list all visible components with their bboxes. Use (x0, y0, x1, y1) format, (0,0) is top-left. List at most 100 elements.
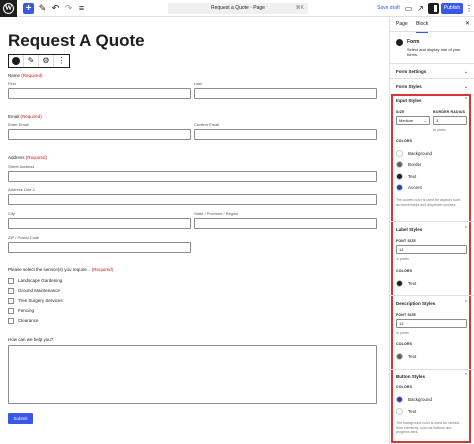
confirm-email-input[interactable] (194, 129, 377, 140)
city-input[interactable] (8, 218, 191, 229)
divider (390, 295, 474, 296)
service-option-label: Tree Surgery Services (18, 298, 63, 303)
color-swatch (396, 408, 403, 415)
divider (390, 221, 474, 222)
help-textarea[interactable] (8, 345, 377, 404)
redo-icon[interactable]: ↷ (63, 3, 74, 14)
undo-icon[interactable]: ↶ (50, 3, 61, 14)
description-styles-title[interactable]: Description Styles (396, 301, 435, 306)
color-swatch (396, 150, 403, 157)
colors-label: COLORS (396, 385, 413, 389)
enter-email-sublabel: Enter Email (8, 122, 29, 127)
service-option-label: Clearance (18, 318, 39, 323)
border-radius-input[interactable]: 3 (433, 116, 467, 125)
chevron-up-icon[interactable]: ⌃ (464, 97, 468, 103)
font-unit-help: In pixels (396, 257, 409, 261)
close-icon[interactable]: ✕ (465, 17, 470, 32)
font-size-label: FONT SIZE (396, 313, 417, 317)
city-sublabel: City (8, 211, 15, 216)
radius-unit-help: In pixels (433, 128, 446, 132)
colors-label: COLORS (396, 139, 413, 143)
color-swatch (396, 353, 403, 360)
gear-icon: ⚙ (42, 56, 50, 65)
label-font-size-input[interactable]: 14 (396, 245, 467, 254)
color-swatch (396, 184, 403, 191)
tab-page[interactable]: Page (396, 17, 408, 32)
state-input[interactable] (194, 218, 377, 229)
address-line2-sublabel: Address Line 2 (8, 187, 35, 192)
input-styles-title[interactable]: Input Styles (396, 98, 422, 103)
more-vertical-icon: ⋮ (57, 56, 66, 65)
chevron-up-icon[interactable]: ⌃ (464, 373, 468, 379)
font-size-label: FONT SIZE (396, 239, 417, 243)
chevron-up-icon[interactable]: ⌃ (464, 300, 468, 306)
block-toolbar: ✎ ⚙ ⋮ (8, 54, 70, 68)
tab-block[interactable]: Block (416, 17, 429, 33)
settings-sidebar-icon[interactable] (428, 3, 439, 14)
email-input[interactable] (8, 129, 191, 140)
help-label: How can we help you? (8, 337, 54, 342)
submit-button[interactable]: Submit (8, 413, 33, 424)
size-label: SIZE (396, 110, 405, 114)
last-name-sublabel: Last (194, 81, 202, 86)
service-option-label: Landscape Gardening (18, 278, 63, 283)
first-name-input[interactable] (8, 88, 191, 99)
color-swatch (396, 173, 403, 180)
service-checkbox-3[interactable] (8, 298, 14, 304)
address-line2-input[interactable] (8, 194, 377, 205)
more-options-icon[interactable]: ⋮ (465, 3, 473, 14)
editor-top-bar: W + ✎ ↶ ↷ ≡ Request a Quote · Page ⌘K Sa… (0, 0, 474, 17)
button-help: The background color is used for various… (396, 421, 460, 434)
color-swatch (396, 280, 403, 287)
first-name-sublabel: First (8, 81, 16, 86)
colors-label: COLORS (396, 269, 413, 273)
chevron-down-icon: ⌄ (423, 118, 427, 123)
label-styles-title[interactable]: Label Styles (396, 227, 422, 232)
block-options-button[interactable]: ⋮ (54, 55, 69, 67)
publish-button[interactable]: Publish (441, 3, 463, 14)
size-select[interactable]: Medium ⌄ (396, 116, 430, 125)
sidebar-tabs: Page Block ✕ (390, 17, 474, 33)
service-checkbox-4[interactable] (8, 308, 14, 314)
view-external-icon[interactable]: ↗ (416, 3, 425, 14)
page-heading[interactable]: Request A Quote (8, 31, 145, 51)
service-checkbox-5[interactable] (8, 318, 14, 324)
services-label: Please select the service(s) you require… (8, 267, 114, 272)
form-block-icon (396, 39, 403, 46)
form-settings-panel[interactable]: Form Settings ⌄ (390, 63, 474, 78)
chevron-up-icon[interactable]: ⌃ (464, 226, 468, 232)
button-styles-title[interactable]: Button Styles (396, 374, 425, 379)
form-settings-button[interactable]: ⚙ (39, 55, 54, 67)
command-shortcut: ⌘K (295, 5, 304, 11)
font-unit-help: In pixels (396, 331, 409, 335)
service-option-label: Fencing (18, 308, 35, 313)
service-checkbox-2[interactable] (8, 288, 14, 294)
edit-form-button[interactable]: ✎ (24, 55, 39, 67)
street-address-input[interactable] (8, 171, 377, 182)
preview-icon[interactable]: ▭ (404, 3, 413, 14)
description-font-size-input[interactable]: 13 (396, 319, 467, 328)
block-type-button[interactable] (9, 55, 24, 67)
chevron-down-icon: ⌄ (464, 84, 469, 90)
editor-canvas: Request A Quote ✎ ⚙ ⋮ Name (Required) Fi… (0, 17, 388, 444)
add-block-icon[interactable]: + (23, 3, 34, 14)
tools-pen-icon[interactable]: ✎ (37, 3, 48, 14)
document-overview-icon[interactable]: ≡ (76, 3, 87, 14)
email-label: Email (Required) (8, 114, 42, 119)
wordpress-logo-icon[interactable]: W (0, 0, 17, 17)
last-name-input[interactable] (194, 88, 377, 99)
street-sublabel: Street Address (8, 164, 35, 169)
form-block-icon (12, 57, 20, 65)
zip-sublabel: ZIP / Postal Code (8, 235, 40, 240)
form-styles-panel[interactable]: Form Styles ⌄ (390, 78, 474, 93)
colors-label: COLORS (396, 342, 413, 346)
document-title-bar[interactable]: Request a Quote · Page ⌘K (168, 3, 308, 14)
service-checkbox-1[interactable] (8, 278, 14, 284)
panel-title: Form Styles (396, 84, 422, 89)
address-label: Address (Required) (8, 155, 48, 160)
save-draft-button[interactable]: Save draft (377, 3, 400, 14)
pencil-icon: ✎ (27, 56, 35, 65)
block-title: Form (407, 39, 420, 45)
confirm-email-sublabel: Confirm Email (194, 122, 220, 127)
zip-input[interactable] (8, 242, 191, 253)
